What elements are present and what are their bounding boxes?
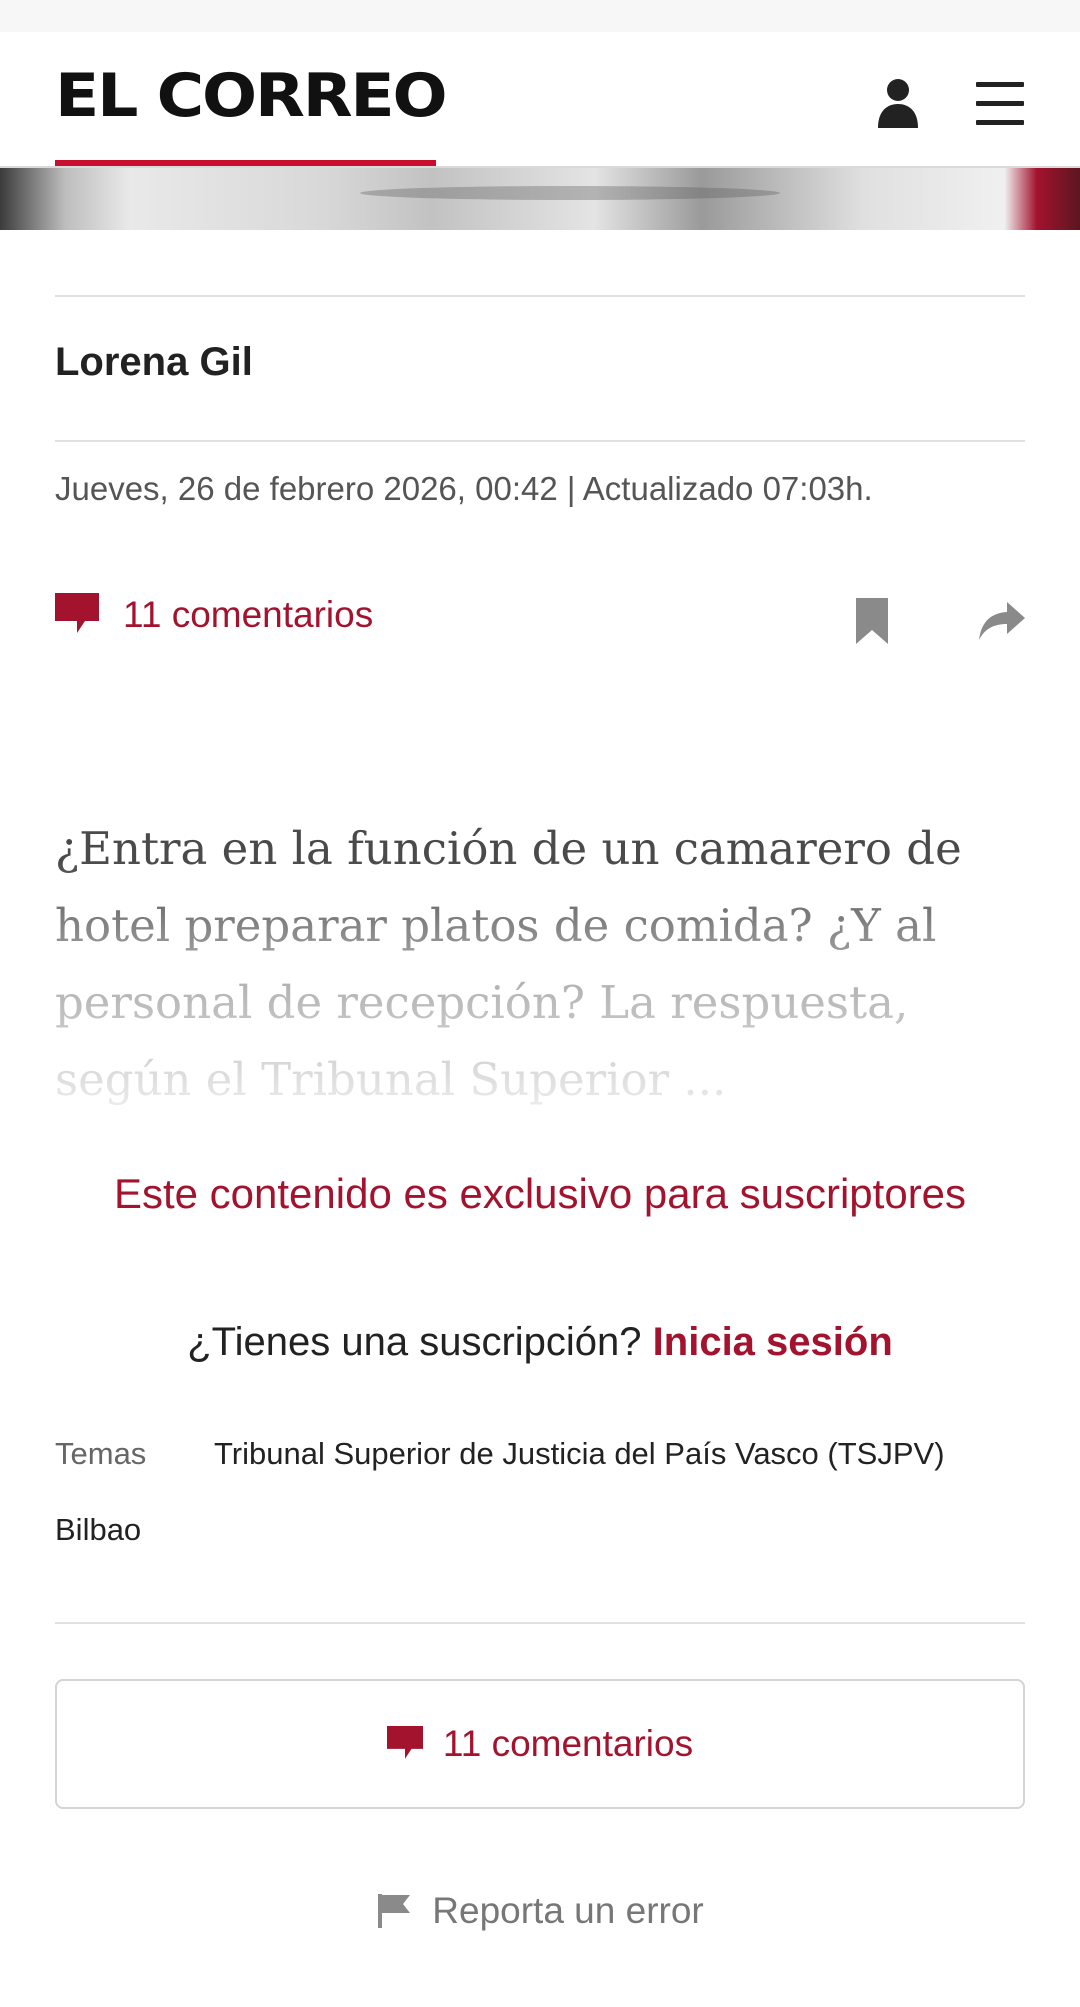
user-icon: [878, 79, 918, 128]
author-name[interactable]: Lorena Gil: [55, 340, 253, 385]
user-account-button[interactable]: [873, 74, 923, 134]
topics-bottom-divider: [55, 1622, 1025, 1624]
comments-link[interactable]: 11 comentarios: [55, 590, 373, 640]
share-button[interactable]: [977, 598, 1027, 644]
site-logo[interactable]: EL CORREO: [55, 66, 448, 126]
article-lede: ¿Entra en la función de un camarero de h…: [55, 822, 962, 1106]
bookmark-icon: [856, 598, 888, 644]
subscriber-exclusive-notice: Este contenido es exclusivo para suscrip…: [113, 1170, 967, 1217]
topics-label: Temas: [55, 1436, 147, 1471]
hero-image[interactable]: [0, 168, 1080, 230]
logo-underline: [55, 160, 436, 166]
site-header: EL CORREO: [0, 32, 1080, 168]
report-error-link[interactable]: Reporta un error: [0, 1890, 1080, 1932]
publish-dateline: Jueves, 26 de febrero 2026, 00:42 | Actu…: [55, 470, 873, 507]
hamburger-menu-icon: [976, 82, 1024, 87]
flag-icon: [378, 1894, 411, 1928]
status-bar: [0, 0, 1080, 32]
topic-tag[interactable]: Bilbao: [55, 1512, 141, 1548]
hamburger-menu-button[interactable]: [972, 76, 1028, 132]
author-top-divider: [55, 295, 1025, 297]
report-error-label: Reporta un error: [432, 1890, 704, 1931]
share-arrow-icon: [979, 602, 1025, 640]
subscription-question: ¿Tienes una suscripción?: [187, 1320, 642, 1364]
comments-count-label: 11 comentarios: [123, 594, 374, 635]
subscription-login-prompt: ¿Tienes una suscripción? Inicia sesión: [0, 1320, 1080, 1365]
login-link[interactable]: Inicia sesión: [653, 1320, 893, 1364]
topic-tag[interactable]: Tribunal Superior de Justicia del País V…: [214, 1436, 945, 1472]
comment-icon: [55, 593, 99, 633]
bookmark-button[interactable]: [852, 596, 892, 646]
comment-icon: [386, 1726, 423, 1759]
author-bottom-divider: [55, 440, 1025, 442]
comments-button-label: 11 comentarios: [442, 1723, 694, 1764]
comments-button[interactable]: 11 comentarios: [55, 1679, 1025, 1809]
